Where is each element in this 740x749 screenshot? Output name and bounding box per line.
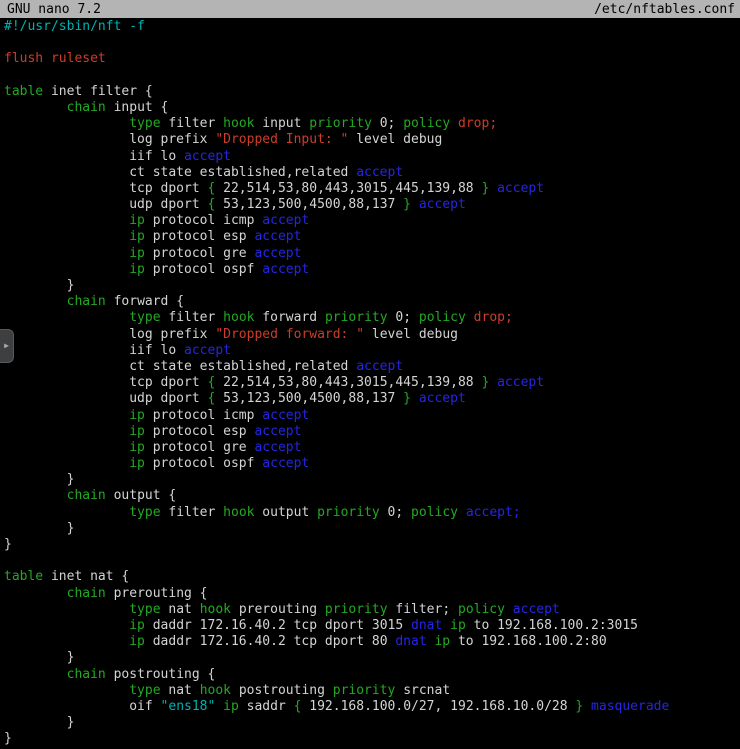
code-line: } xyxy=(4,650,740,666)
code-line: tcp dport { 22,514,53,80,443,3015,445,13… xyxy=(4,181,740,197)
code-line: ip daddr 172.16.40.2 tcp dport 3015 dnat… xyxy=(4,618,740,634)
code-line: ip protocol gre accept xyxy=(4,246,740,262)
code-line: chain output { xyxy=(4,488,740,504)
code-line: log prefix "Dropped Input: " level debug xyxy=(4,132,740,148)
code-line: } xyxy=(4,521,740,537)
code-line: ct state established,related accept xyxy=(4,165,740,181)
code-line: chain forward { xyxy=(4,294,740,310)
code-line: } xyxy=(4,472,740,488)
code-line xyxy=(4,68,740,84)
code-line: } xyxy=(4,731,740,747)
code-line: table inet filter { xyxy=(4,84,740,100)
code-line: type filter hook forward priority 0; pol… xyxy=(4,310,740,326)
expand-panel-icon: ▶ xyxy=(4,342,9,350)
code-line: type nat hook prerouting priority filter… xyxy=(4,602,740,618)
code-line: udp dport { 53,123,500,4500,88,137 } acc… xyxy=(4,197,740,213)
code-line: } xyxy=(4,715,740,731)
code-line: iif lo accept xyxy=(4,149,740,165)
code-line: type nat hook postrouting priority srcna… xyxy=(4,683,740,699)
code-line: type filter hook input priority 0; polic… xyxy=(4,116,740,132)
code-line: ip protocol icmp accept xyxy=(4,408,740,424)
code-line: ip protocol esp accept xyxy=(4,424,740,440)
code-line: chain input { xyxy=(4,100,740,116)
side-panel-toggle[interactable]: ▶ xyxy=(0,329,14,363)
code-line: ip protocol ospf accept xyxy=(4,262,740,278)
editor-buffer[interactable]: #!/usr/sbin/nft -f flush ruleset table ine… xyxy=(0,18,740,747)
code-line: udp dport { 53,123,500,4500,88,137 } acc… xyxy=(4,391,740,407)
code-line: ct state established,related accept xyxy=(4,359,740,375)
code-line: log prefix "Dropped forward: " level deb… xyxy=(4,327,740,343)
nano-titlebar: GNU nano 7.2 /etc/nftables.conf xyxy=(0,0,740,18)
code-line: } xyxy=(4,537,740,553)
code-line xyxy=(4,553,740,569)
code-line: } xyxy=(4,278,740,294)
code-line: chain prerouting { xyxy=(4,586,740,602)
code-line xyxy=(4,35,740,51)
code-line: table inet nat { xyxy=(4,569,740,585)
code-line: tcp dport { 22,514,53,80,443,3015,445,13… xyxy=(4,375,740,391)
nano-version-label: GNU nano 7.2 xyxy=(7,2,101,17)
file-path: /etc/nftables.conf xyxy=(594,2,735,17)
terminal-window: GNU nano 7.2 /etc/nftables.conf #!/usr/s… xyxy=(0,0,740,749)
code-line: ip protocol gre accept xyxy=(4,440,740,456)
code-line: #!/usr/sbin/nft -f xyxy=(4,19,740,35)
code-line: ip protocol esp accept xyxy=(4,229,740,245)
code-line: ip daddr 172.16.40.2 tcp dport 80 dnat i… xyxy=(4,634,740,650)
code-line: type filter hook output priority 0; poli… xyxy=(4,505,740,521)
code-line: iif lo accept xyxy=(4,343,740,359)
code-line: chain postrouting { xyxy=(4,667,740,683)
code-line: flush ruleset xyxy=(4,51,740,67)
code-line: oif "ens18" ip saddr { 192.168.100.0/27,… xyxy=(4,699,740,715)
code-line: ip protocol ospf accept xyxy=(4,456,740,472)
code-line: ip protocol icmp accept xyxy=(4,213,740,229)
